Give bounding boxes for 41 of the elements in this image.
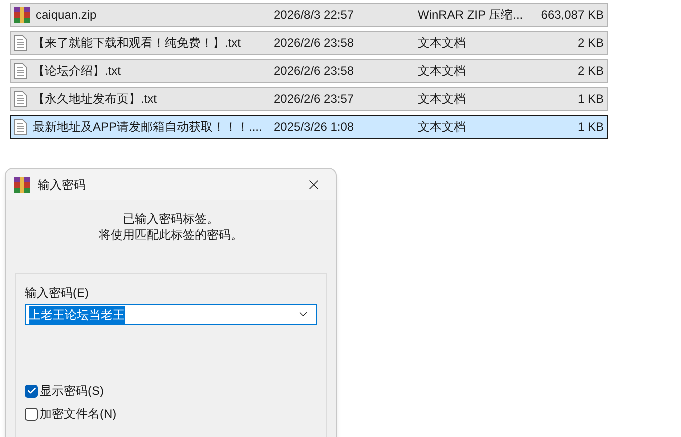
file-name: 【来了就能下载和观看！纯免费！】.txt — [33, 35, 242, 52]
dialog-title: 输入密码 — [38, 176, 87, 194]
dialog-message: 将使用匹配此标签的密码。 — [99, 227, 243, 243]
file-size: 2 KB — [576, 35, 605, 52]
file-date: 2026/2/6 23:57 — [274, 91, 356, 108]
file-size: 663,087 KB — [540, 7, 605, 24]
option-checkbox[interactable]: 显示密码(S) — [25, 382, 317, 400]
archive-icon — [14, 176, 30, 192]
text-file-icon — [14, 119, 27, 135]
file-name: 【永久地址发布页】.txt — [33, 91, 158, 108]
text-file-icon — [14, 91, 27, 107]
file-row[interactable]: 【来了就能下载和观看！纯免费！】.txt 2026/2/6 23:58 文本文档 2 KB — [10, 31, 608, 55]
file-size: 1 KB — [576, 91, 605, 108]
text-file-icon — [14, 63, 27, 79]
option-label: 显示密码(S) — [40, 383, 104, 400]
file-date: 2026/2/6 23:58 — [274, 35, 356, 52]
file-size: 2 KB — [576, 63, 605, 80]
file-name: caiquan.zip — [36, 7, 97, 24]
option-checkbox[interactable]: 加密文件名(N) — [25, 405, 317, 423]
file-name: 【论坛介绍】.txt — [33, 63, 122, 80]
file-type: 文本文档 — [418, 63, 467, 80]
file-name: 最新地址及APP请发邮箱自动获取！！！.... — [33, 119, 262, 136]
password-label: 输入密码(E) — [25, 285, 90, 302]
file-size: 1 KB — [576, 119, 605, 136]
file-type: WinRAR ZIP 压缩... — [418, 7, 524, 24]
file-date: 2026/2/6 23:58 — [274, 63, 356, 80]
file-row[interactable]: 最新地址及APP请发邮箱自动获取！！！.... 2025/3/26 1:08 文本文档 1 KB — [10, 115, 608, 139]
text-file-icon — [14, 35, 27, 51]
option-label: 加密文件名(N) — [40, 406, 117, 423]
file-row[interactable]: caiquan.zip 2026/8/3 22:57 WinRAR ZIP 压缩... 663,087 KB — [10, 3, 608, 27]
file-row[interactable]: 【论坛介绍】.txt 2026/2/6 23:58 文本文档 2 KB — [10, 59, 608, 83]
archive-icon — [14, 7, 30, 23]
file-row[interactable]: 【永久地址发布页】.txt 2026/2/6 23:57 文本文档 1 KB — [10, 87, 608, 111]
file-date: 2026/8/3 22:57 — [274, 7, 356, 24]
dialog-message: 已输入密码标签。 — [123, 211, 219, 227]
file-type: 文本文档 — [418, 119, 467, 136]
file-type: 文本文档 — [418, 35, 467, 52]
password-field[interactable]: 上老王论坛当老王 — [25, 304, 317, 325]
file-type: 文本文档 — [418, 91, 467, 108]
password-value: 上老王论坛当老王 — [29, 306, 125, 324]
file-date: 2025/3/26 1:08 — [274, 119, 356, 136]
